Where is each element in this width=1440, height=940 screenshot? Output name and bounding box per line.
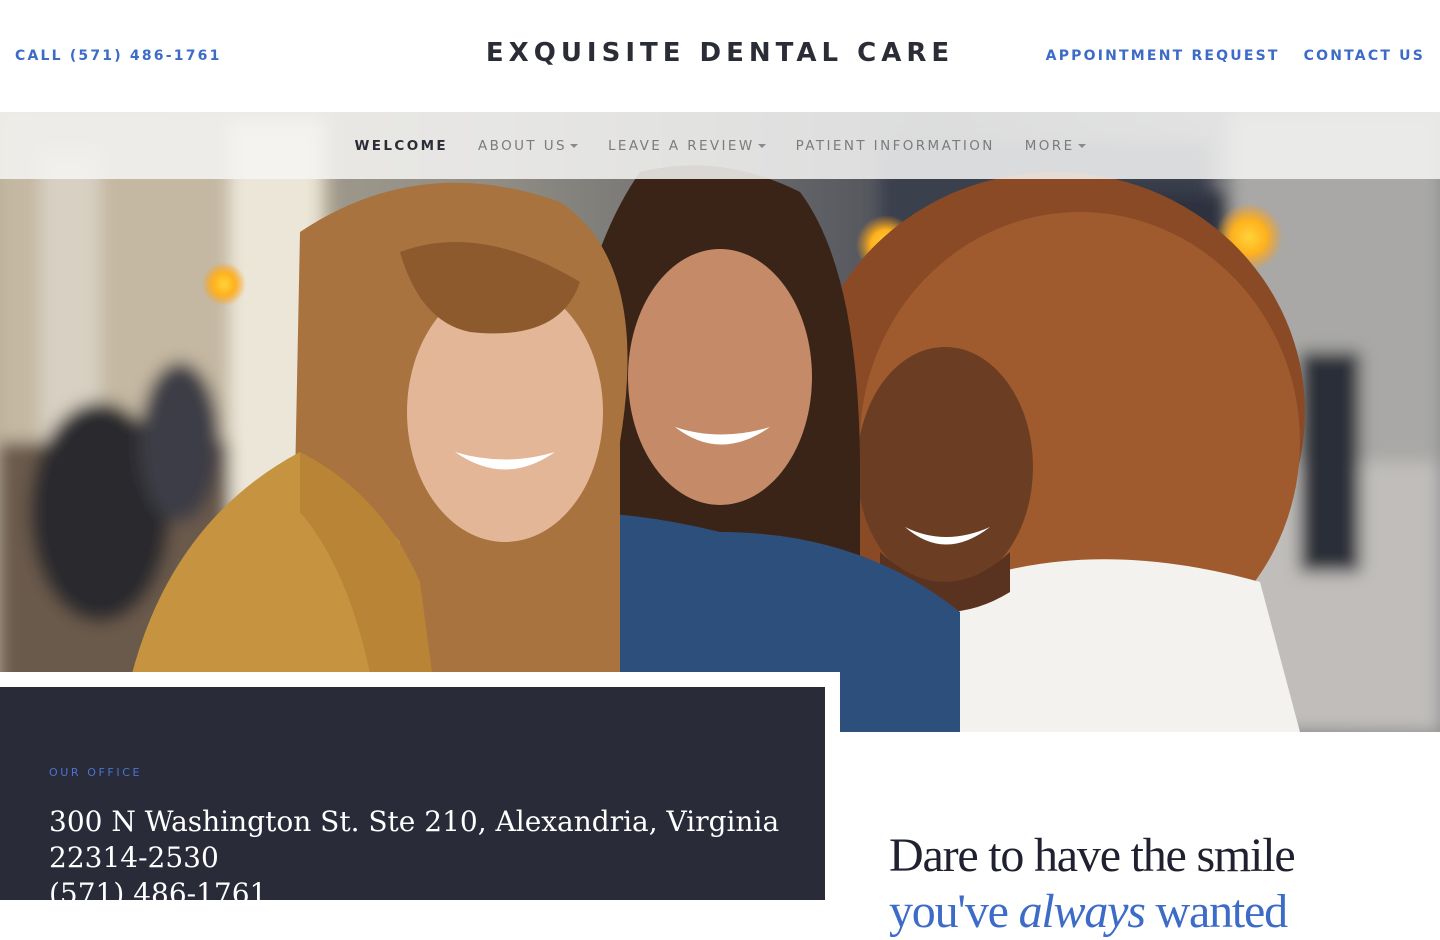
tagline-line-2-start: you've: [889, 885, 1019, 938]
office-phone-link[interactable]: (571) 486-1761: [49, 876, 789, 900]
caret-down-icon: [757, 143, 766, 148]
contact-us-link[interactable]: CONTACT US: [1304, 48, 1425, 64]
site-header: CALL (571) 486-1761 EXQUISITE DENTAL CAR…: [0, 0, 1440, 112]
nav-patient-information[interactable]: PATIENT INFORMATION: [796, 138, 995, 154]
address-line-2[interactable]: 22314-2530: [49, 840, 789, 876]
tagline-emphasis: always: [1018, 885, 1146, 938]
office-card: OUR OFFICE 300 N Washington St. Ste 210,…: [0, 687, 825, 900]
tagline-line-1: Dare to have the smile: [889, 829, 1296, 882]
header-links: APPOINTMENT REQUEST CONTACT US: [1046, 48, 1425, 64]
office-address: 300 N Washington St. Ste 210, Alexandria…: [49, 804, 789, 900]
tagline-line-2-end: wanted: [1144, 885, 1289, 938]
appointment-request-link[interactable]: APPOINTMENT REQUEST: [1046, 48, 1280, 64]
main-navigation: WELCOME ABOUT US LEAVE A REVIEW PATIENT …: [0, 112, 1440, 179]
nav-leave-a-review-label: LEAVE A REVIEW: [608, 137, 755, 154]
nav-welcome-label: WELCOME: [354, 137, 449, 154]
hero-image: [0, 112, 1440, 732]
nav-welcome[interactable]: WELCOME: [354, 138, 448, 154]
caret-down-icon: [570, 143, 578, 148]
office-section-label: OUR OFFICE: [49, 766, 143, 779]
nav-more-label: MORE: [1024, 137, 1075, 154]
nav-patient-information-label: PATIENT INFORMATION: [795, 137, 995, 154]
nav-more[interactable]: MORE: [1025, 138, 1086, 154]
hero-tagline: Dare to have the smile you've always wan…: [889, 828, 1409, 940]
tagline-line-2: you've always wanted: [889, 885, 1289, 938]
hero-photo-illustration: [0, 112, 1440, 732]
address-line-1[interactable]: 300 N Washington St. Ste 210, Alexandria…: [49, 804, 789, 840]
nav-leave-a-review[interactable]: LEAVE A REVIEW: [608, 138, 766, 154]
caret-down-icon: [1077, 143, 1086, 148]
nav-about-us-label: ABOUT US: [478, 137, 567, 154]
nav-about-us[interactable]: ABOUT US: [478, 138, 578, 154]
